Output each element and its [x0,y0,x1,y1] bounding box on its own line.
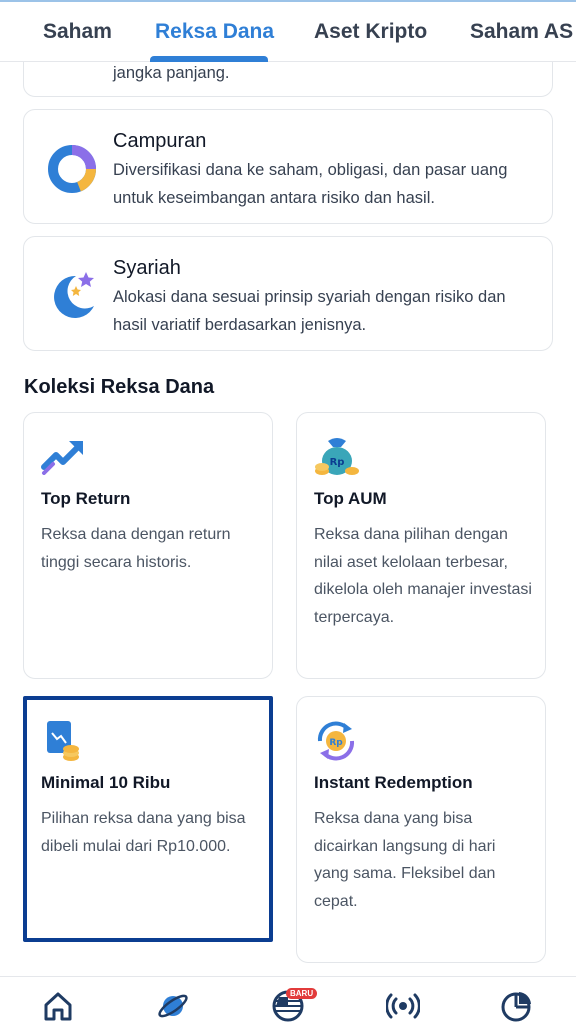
bottom-navigation [0,976,576,1024]
tab-reksa-dana[interactable]: Reksa Dana [155,20,274,44]
category-card-campuran[interactable]: Campuran Diversifikasi dana ke saham, ob… [23,109,553,224]
collection-title: Instant Redemption [314,773,473,792]
collection-card-instant-redemption[interactable]: Rp Instant Redemption Reksa dana yang bi… [296,696,546,963]
money-bag-icon: Rp [314,435,360,482]
category-title: Syariah [113,257,181,279]
new-badge: BARU [286,988,318,999]
coin-refresh-icon: Rp [314,719,358,768]
planet-icon[interactable] [156,989,190,1023]
category-card-syariah[interactable]: Syariah Alokasi dana sesuai prinsip syar… [23,236,553,351]
collection-title: Minimal 10 Ribu [41,773,171,792]
category-description: Diversifikasi dana ke saham, obligasi, d… [113,161,508,207]
collection-description: Pilihan reksa dana yang bisa dibeli mula… [41,810,246,855]
crescent-moon-icon [46,268,100,327]
collection-description: Reksa dana dengan return tinggi secara h… [41,526,231,571]
collection-description: Reksa dana yang bisa dicairkan langsung … [314,810,496,910]
category-description: Alokasi dana sesuai prinsip syariah deng… [113,288,506,334]
tab-saham[interactable]: Saham [43,20,112,44]
broadcast-icon[interactable] [385,989,421,1023]
home-icon[interactable] [41,989,75,1023]
collection-card-minimal-10-ribu[interactable]: Minimal 10 Ribu Pilihan reksa dana yang … [23,696,273,942]
section-title-koleksi: Koleksi Reksa Dana [24,376,215,398]
collection-card-top-return[interactable]: Top Return Reksa dana dengan return ting… [23,412,273,679]
top-tab-bar: Saham Reksa Dana Aset Kripto Saham AS [0,0,576,62]
document-coins-icon [41,719,85,768]
pie-chart-icon[interactable] [500,989,534,1023]
trending-up-icon [41,435,87,480]
tab-saham-as[interactable]: Saham AS [470,20,573,44]
collection-card-top-aum[interactable]: Rp Top AUM Reksa dana pilihan dengan nil… [296,412,546,679]
collection-title: Top Return [41,489,131,508]
category-description: jangka panjang. [113,64,230,82]
donut-chart-icon [46,143,98,200]
collection-description: Reksa dana pilihan dengan nilai aset kel… [314,526,532,626]
category-title: Campuran [113,130,207,152]
collection-title: Top AUM [314,489,387,508]
tab-aset-kripto[interactable]: Aset Kripto [314,20,427,44]
svg-text:Rp: Rp [330,457,345,468]
svg-text:Rp: Rp [329,738,343,748]
active-tab-indicator [150,56,268,62]
